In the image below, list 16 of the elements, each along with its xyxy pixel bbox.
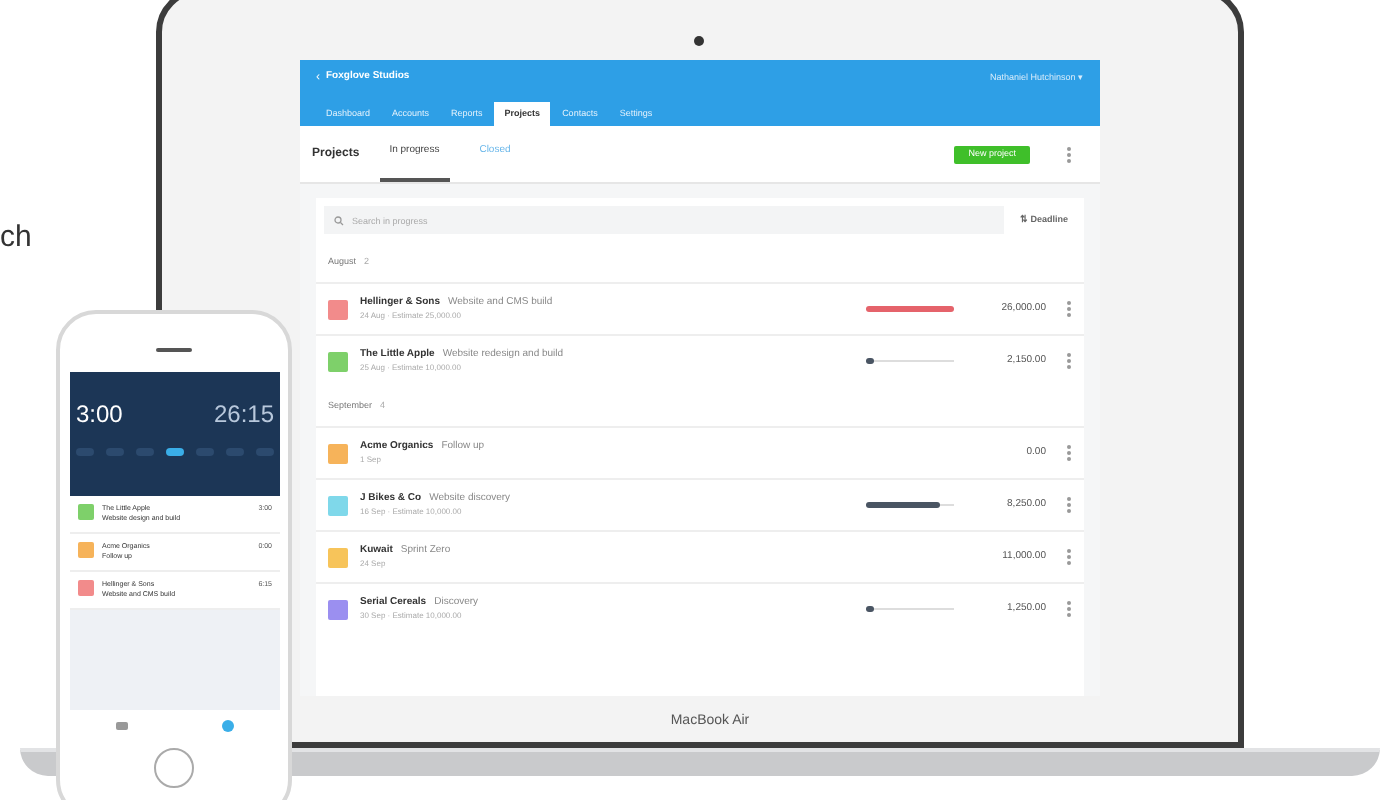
more-icon[interactable] — [1066, 300, 1072, 318]
home-button[interactable] — [154, 748, 194, 788]
more-icon[interactable] — [1066, 548, 1072, 566]
more-icon[interactable] — [1066, 352, 1072, 370]
tab-icon[interactable] — [116, 722, 129, 730]
search-icon — [334, 215, 344, 225]
more-icon[interactable] — [1066, 145, 1072, 163]
camera-icon — [694, 36, 704, 46]
tab-icon[interactable] — [221, 720, 234, 732]
timer-value: 3:00 — [76, 400, 123, 428]
side-text: ch — [0, 218, 32, 258]
more-icon[interactable] — [1066, 600, 1072, 618]
more-icon[interactable] — [1066, 444, 1072, 462]
more-icon[interactable] — [1066, 496, 1072, 514]
total-value: 26:15 — [213, 400, 274, 428]
day-marker[interactable] — [166, 448, 184, 456]
